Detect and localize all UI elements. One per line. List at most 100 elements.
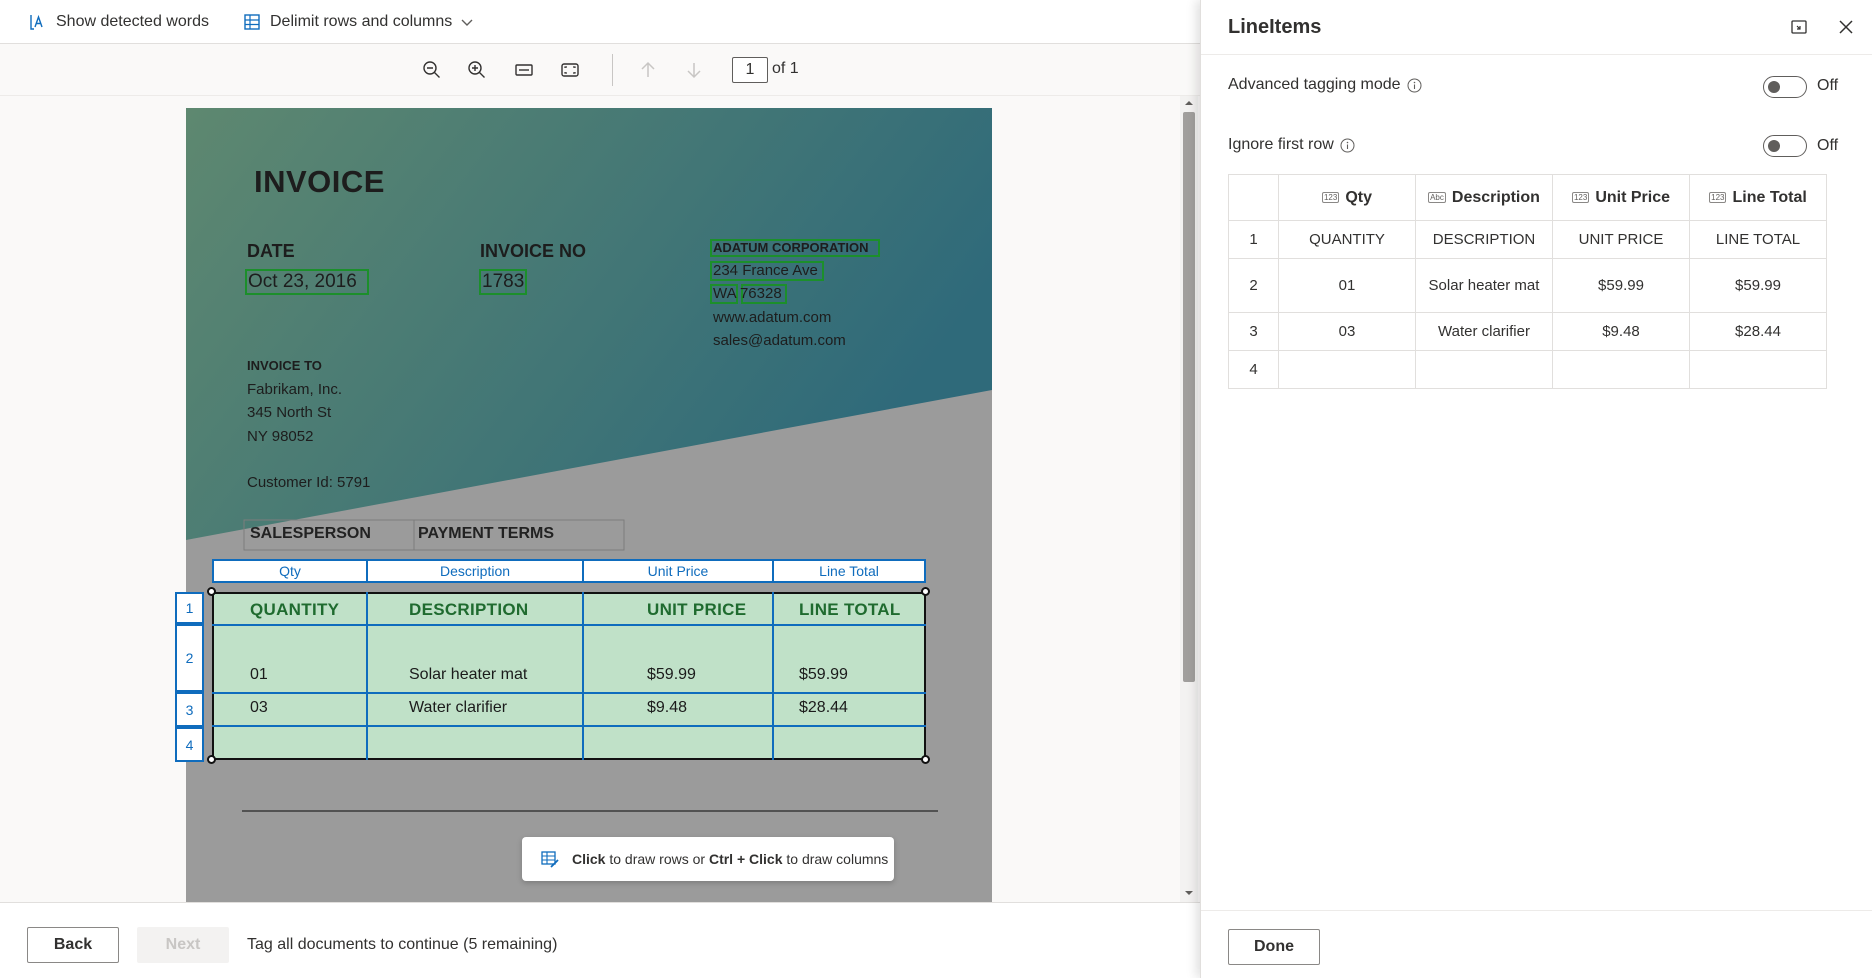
table-cell[interactable]: LINE TOTAL <box>1689 220 1827 259</box>
invoice-to-address-2: NY 98052 <box>247 428 314 445</box>
table-cell[interactable]: $59.99 <box>1552 258 1690 313</box>
column-header-line-total[interactable]: 123 Line Total <box>1689 174 1827 221</box>
zoom-out-icon[interactable] <box>418 56 446 84</box>
number-type-icon: 123 <box>1709 192 1727 203</box>
resize-handle[interactable] <box>207 755 216 764</box>
table-cell[interactable]: QUANTITY <box>1278 220 1416 259</box>
invoice-no-label: INVOICE NO <box>480 241 587 261</box>
company-email: sales@adatum.com <box>713 332 846 349</box>
table-cell[interactable]: 03 <box>1278 312 1416 351</box>
column-label: Qty <box>1345 188 1373 206</box>
table-header-row: 123 Qty Abc Description 123 Unit Price 123 L… <box>1228 174 1827 221</box>
salesperson-label: SALESPERSON <box>250 525 371 542</box>
detected-words-icon <box>28 12 48 32</box>
invoice-background <box>186 108 992 812</box>
table-row: 1 QUANTITY DESCRIPTION UNIT PRICE LINE T… <box>1228 220 1827 259</box>
top-toolbar: Show detected words Delimit rows and col… <box>0 0 1200 44</box>
page-count-label: of 1 <box>772 60 799 77</box>
table-cell[interactable]: 01 <box>1278 258 1416 313</box>
table-cell[interactable] <box>1552 350 1690 389</box>
row-number: 2 <box>1228 258 1279 313</box>
column-label: Unit Price <box>1595 188 1671 206</box>
table-row: 3 03 Water clarifier $9.48 $28.44 <box>1228 312 1827 351</box>
hint-ctrl-click: Ctrl + Click <box>708 851 783 867</box>
column-header-qty[interactable]: 123 Qty <box>1278 174 1416 221</box>
row-header-2[interactable]: 2 <box>175 624 204 692</box>
company-name: ADATUM CORPORATION <box>713 240 869 255</box>
page-number-input[interactable]: 1 <box>732 57 768 83</box>
column-divider[interactable] <box>772 592 774 760</box>
column-header-description[interactable]: Abc Description <box>1415 174 1553 221</box>
table-header-quantity: QUANTITY <box>250 600 340 619</box>
date-value: Oct 23, 2016 <box>248 271 357 292</box>
row-header-3[interactable]: 3 <box>175 692 204 727</box>
row-divider[interactable] <box>212 624 926 626</box>
ignore-first-row-state: Off <box>1817 137 1839 154</box>
table-cell: $59.99 <box>647 666 696 683</box>
table-grid-icon <box>242 12 262 32</box>
fit-page-icon[interactable] <box>556 56 584 84</box>
row-number: 1 <box>1228 220 1279 259</box>
close-icon[interactable] <box>1834 15 1858 39</box>
company-website: www.adatum.com <box>713 309 832 326</box>
table-cell[interactable] <box>1278 350 1416 389</box>
back-button[interactable]: Back <box>27 927 119 963</box>
invoice-document: INVOICE DATE Oct 23, 2016 INVOICE NO 178… <box>186 108 992 902</box>
info-icon[interactable] <box>1340 138 1355 153</box>
collapse-panel-icon[interactable] <box>1787 15 1811 39</box>
panel-divider <box>1201 54 1872 55</box>
column-divider[interactable] <box>582 592 584 760</box>
text-type-icon: Abc <box>1428 192 1446 203</box>
column-label: Description <box>1451 188 1540 206</box>
zoom-in-icon[interactable] <box>463 56 491 84</box>
column-header-line-total[interactable]: Line Total <box>772 559 926 583</box>
table-cell[interactable]: Water clarifier <box>1415 312 1553 351</box>
table-cell[interactable]: UNIT PRICE <box>1552 220 1690 259</box>
ignore-first-row-option: Ignore first row <box>1228 136 1355 154</box>
resize-handle[interactable] <box>921 755 930 764</box>
column-header-qty[interactable]: Qty <box>212 559 368 583</box>
panel-divider <box>1201 910 1872 911</box>
advanced-tagging-state: Off <box>1817 77 1839 94</box>
footer-status: Tag all documents to continue (5 remaini… <box>247 936 558 953</box>
column-header-description[interactable]: Description <box>366 559 584 583</box>
viewer-scrollbar-thumb[interactable] <box>1183 112 1195 682</box>
invoice-to-label: INVOICE TO <box>247 358 322 373</box>
arrow-up-icon[interactable] <box>634 56 662 84</box>
line-items-table: 123 Qty Abc Description 123 Unit Price 123 L… <box>1228 174 1827 389</box>
resize-handle[interactable] <box>207 587 216 596</box>
table-cell[interactable] <box>1689 350 1827 389</box>
row-header-4[interactable]: 4 <box>175 727 204 762</box>
column-header-unit-price[interactable]: 123 Unit Price <box>1552 174 1690 221</box>
info-icon[interactable] <box>1407 78 1422 93</box>
table-cell[interactable]: $28.44 <box>1689 312 1827 351</box>
resize-handle[interactable] <box>921 587 930 596</box>
ignore-first-row-toggle[interactable] <box>1763 135 1807 157</box>
table-row: 2 01 Solar heater mat $59.99 $59.99 <box>1228 258 1827 313</box>
table-cell[interactable]: Solar heater mat <box>1415 258 1553 313</box>
done-button[interactable]: Done <box>1228 929 1320 965</box>
panel-title: LineItems <box>1228 16 1322 38</box>
column-divider[interactable] <box>366 592 368 760</box>
hint-click: Click <box>572 851 606 867</box>
column-header-unit-price[interactable]: Unit Price <box>582 559 774 583</box>
row-divider[interactable] <box>212 692 926 694</box>
ignore-first-row-label: Ignore first row <box>1228 136 1334 153</box>
delimit-rows-columns-button[interactable]: Delimit rows and columns <box>242 10 474 34</box>
advanced-tagging-toggle[interactable] <box>1763 76 1807 98</box>
arrow-down-icon[interactable] <box>680 56 708 84</box>
table-cell[interactable]: $59.99 <box>1689 258 1827 313</box>
table-cell[interactable]: DESCRIPTION <box>1415 220 1553 259</box>
row-divider[interactable] <box>212 725 926 727</box>
table-cell[interactable] <box>1415 350 1553 389</box>
table-header-unit-price: UNIT PRICE <box>647 600 747 619</box>
table-cell[interactable]: $9.48 <box>1552 312 1690 351</box>
show-detected-words-button[interactable]: Show detected words <box>28 10 209 34</box>
next-button[interactable]: Next <box>137 927 229 963</box>
table-row: 4 <box>1228 350 1827 389</box>
row-number: 4 <box>1228 350 1279 389</box>
hint-columns: to draw columns <box>782 851 889 867</box>
fit-width-icon[interactable] <box>510 56 538 84</box>
row-header-1[interactable]: 1 <box>175 592 204 624</box>
delimit-label: Delimit rows and columns <box>270 13 453 30</box>
